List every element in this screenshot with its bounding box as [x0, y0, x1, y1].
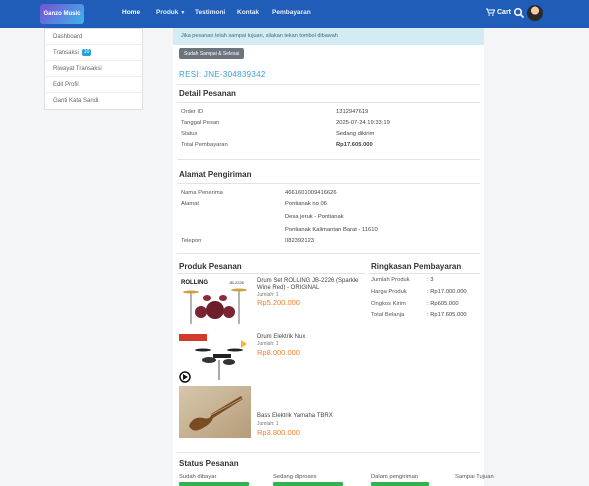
nav-home[interactable]: Home	[122, 9, 140, 16]
status-progress-paid	[179, 482, 249, 486]
order-date-value: 2025-07-24 19:33:19	[336, 120, 390, 126]
order-date-label: Tanggal Pesan	[181, 120, 220, 126]
transaction-count-badge: 10	[81, 49, 92, 56]
nav-kontak[interactable]: Kontak	[237, 9, 259, 16]
product-qty: Jumlah: 1	[257, 421, 279, 427]
summary-price-value: : Rp17.000.000	[427, 289, 467, 295]
nav-produk-label: Produk	[156, 9, 179, 16]
address-line-3: Pontianak Kalimantan Barat - 11610	[285, 227, 378, 233]
summary-section-title: Ringkasan Pembayaran	[371, 262, 462, 271]
summary-total-value: : Rp17.605.000	[427, 312, 467, 318]
sidebar-item-riwayat[interactable]: Riwayat Transaksi	[45, 61, 142, 77]
brand-logo[interactable]: Ganzo Music	[40, 4, 84, 24]
sidebar-item-dashboard[interactable]: Dashboard	[45, 29, 142, 45]
summary-shipping-value: : Rp605.000	[427, 301, 459, 307]
divider	[177, 159, 480, 160]
account-sidebar: Dashboard Transaksi 10 Riwayat Transaksi …	[44, 28, 143, 110]
brand-logo-text: Ganzo Music	[43, 11, 81, 17]
divider	[177, 253, 480, 254]
cart-link[interactable]: Cart	[486, 8, 511, 16]
divider	[177, 183, 480, 184]
svg-text:ROLLING: ROLLING	[181, 280, 208, 286]
tracking-number: RESI: JNE-304839342	[179, 70, 266, 79]
status-section-title: Status Pesanan	[179, 459, 239, 468]
top-navbar: Ganzo Music Home Produk ▼ Testimoni Konta…	[0, 0, 589, 28]
summary-total-label: Total Belanja	[371, 312, 405, 318]
sidebar-item-label: Edit Profil	[53, 81, 79, 88]
phone-value: 082392123	[285, 238, 315, 244]
drum-set-image: ROLLING JB-2226	[179, 276, 251, 328]
summary-price-label: Harga Produk	[371, 289, 407, 295]
address-line-1: Pontianak no 06	[285, 201, 327, 207]
status-progress-shipping	[371, 482, 429, 486]
sidebar-item-edit-profil[interactable]: Edit Profil	[45, 77, 142, 93]
divider	[177, 273, 365, 274]
order-detail-panel: Jika pesanan telah sampai tujuan, silaka…	[173, 28, 494, 486]
status-step-arrived: Sampai Tujuan	[455, 474, 494, 480]
status-step-processing: Sedang diproses	[273, 474, 317, 480]
sidebar-item-transaksi[interactable]: Transaksi 10	[45, 45, 142, 61]
bass-guitar-image	[179, 386, 251, 438]
status-progress-processing	[273, 482, 343, 486]
status-step-paid: Sudah dibayar	[179, 474, 217, 480]
nav-produk[interactable]: Produk ▼	[156, 9, 185, 16]
sidebar-item-label: Riwayat Transaksi	[53, 65, 102, 72]
divider	[177, 452, 480, 453]
recipient-value: 4661601009416626	[285, 190, 337, 196]
sidebar-item-label: Transaksi	[53, 49, 79, 56]
product-name[interactable]: Drum Elektrik Nux	[257, 334, 372, 341]
user-avatar[interactable]	[527, 5, 543, 21]
confirm-received-button[interactable]: Sudah Sampai & Selesai	[179, 48, 245, 59]
order-id-value: 1312947619	[336, 109, 369, 115]
product-image-drum-elektrik[interactable]	[179, 332, 251, 384]
total-payment-label: Total Pembayaran	[181, 142, 228, 148]
summary-qty-label: Jumlah Produk	[371, 277, 410, 283]
order-status-label: Status	[181, 131, 198, 137]
address-section-title: Alamat Pengiriman	[179, 170, 252, 179]
products-section-title: Produk Pesanan	[179, 262, 242, 271]
status-step-shipping: Dalam pengiriman	[371, 474, 419, 480]
order-status-value: Sedang dikirim	[336, 131, 375, 137]
delivery-info-alert: Jika pesanan telah sampai tujuan, silaka…	[173, 28, 484, 45]
detail-section-title: Detail Pesanan	[179, 89, 236, 98]
divider	[369, 273, 480, 274]
product-image-bass[interactable]	[179, 386, 251, 438]
electric-drum-image	[179, 332, 251, 384]
cart-label: Cart	[497, 8, 512, 16]
chevron-down-icon: ▼	[180, 10, 186, 16]
divider	[177, 84, 480, 85]
search-icon[interactable]	[513, 7, 525, 19]
product-name[interactable]: Drum Set ROLLING JB-2226 (Sparkle Wine R…	[257, 278, 372, 291]
summary-qty-value: : 3	[427, 277, 434, 283]
sidebar-item-label: Ganti Kata Sandi	[53, 98, 99, 104]
product-price: Rp5.200.000	[257, 298, 300, 307]
sidebar-item-label: Dashboard	[53, 33, 83, 40]
phone-label: Telepon	[181, 238, 202, 244]
nav-pembayaran[interactable]: Pembayaran	[272, 9, 311, 16]
order-id-label: Order ID	[181, 109, 204, 115]
product-image-drum-set[interactable]: ROLLING JB-2226	[179, 276, 251, 328]
product-qty: Jumlah: 1	[257, 341, 279, 347]
total-payment-value: Rp17.605.000	[336, 142, 373, 148]
cart-icon	[486, 8, 495, 16]
recipient-label: Nama Penerima	[181, 190, 223, 196]
svg-text:JB-2226: JB-2226	[229, 280, 245, 285]
summary-shipping-label: Ongkos Kirim	[371, 301, 406, 307]
product-price: Rp8.000.000	[257, 348, 300, 357]
divider	[177, 102, 480, 103]
address-label: Alamat	[181, 201, 200, 207]
nav-testimoni[interactable]: Testimoni	[195, 9, 225, 16]
sidebar-item-ganti-sandi[interactable]: Ganti Kata Sandi	[45, 93, 142, 109]
address-line-2: Desa jeruk - Pontianak	[285, 214, 344, 220]
product-name[interactable]: Bass Elektrik Yamaha TBRX	[257, 413, 372, 420]
product-price: Rp3.800.000	[257, 428, 300, 437]
